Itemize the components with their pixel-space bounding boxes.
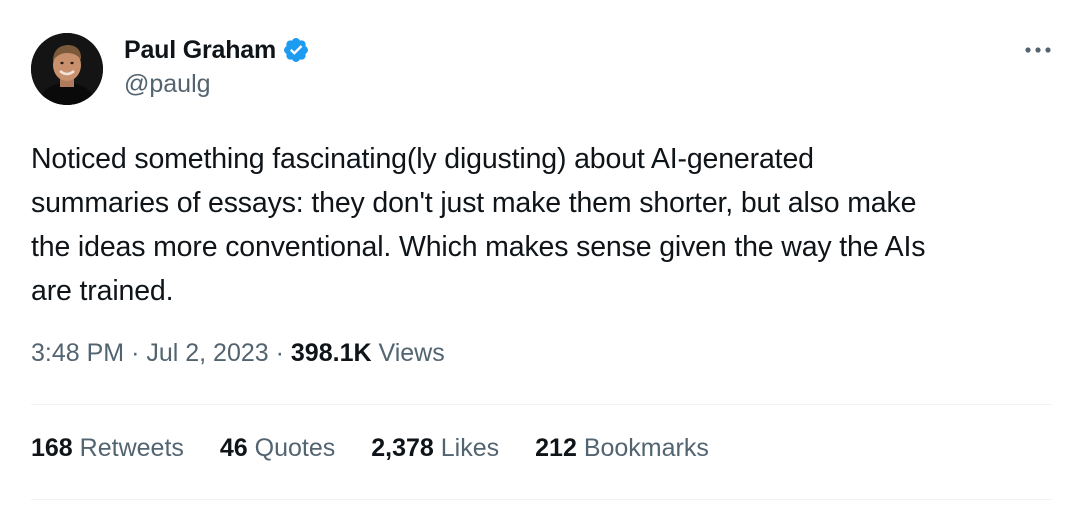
views-count: 398.1K	[290, 339, 372, 367]
meta-separator: ·	[275, 339, 284, 367]
likes-stat[interactable]: 2,378 Likes	[371, 434, 499, 463]
avatar[interactable]	[31, 33, 103, 105]
retweets-stat[interactable]: 168 Retweets	[31, 434, 184, 463]
profile-photo-icon	[31, 33, 103, 105]
divider	[31, 499, 1052, 500]
tweet-text: Noticed something fascinating(ly digusti…	[31, 137, 1041, 313]
quotes-stat[interactable]: 46 Quotes	[220, 434, 335, 463]
tweet-text-line: the ideas more conventional. Which makes…	[31, 231, 926, 263]
engagement-stats: 168 Retweets 46 Quotes 2,378 Likes 212 B…	[31, 434, 709, 463]
verified-badge-icon[interactable]	[282, 36, 310, 64]
author-handle[interactable]: @paulg	[124, 70, 211, 99]
more-options-icon	[1025, 47, 1051, 53]
more-options-button[interactable]	[1016, 38, 1060, 62]
likes-count: 2,378	[371, 434, 434, 462]
quotes-label: Quotes	[254, 434, 336, 462]
tweet-text-line: summaries of essays: they don't just mak…	[31, 187, 917, 219]
tweet-text-line: are trained.	[31, 275, 174, 307]
tweet-meta: 3:48 PM · Jul 2, 2023 · 398.1K Views	[31, 339, 445, 368]
meta-separator: ·	[131, 339, 140, 367]
bookmarks-label: Bookmarks	[583, 434, 709, 462]
quotes-count: 46	[219, 434, 248, 462]
bookmarks-count: 212	[535, 434, 577, 462]
bookmarks-stat[interactable]: 212 Bookmarks	[535, 434, 709, 463]
tweet-date[interactable]: Jul 2, 2023	[146, 339, 268, 367]
tweet-text-line: Noticed something fascinating(ly digusti…	[31, 143, 814, 175]
author-name-row: Paul Graham	[124, 33, 310, 67]
views-label: Views	[378, 339, 445, 367]
retweets-count: 168	[31, 434, 73, 462]
divider	[31, 404, 1052, 405]
likes-label: Likes	[440, 434, 500, 462]
author-name[interactable]: Paul Graham	[124, 36, 276, 65]
retweets-label: Retweets	[79, 434, 184, 462]
tweet-time[interactable]: 3:48 PM	[31, 339, 124, 367]
tweet-card: Paul Graham @paulg Noticed something fas…	[0, 0, 1080, 506]
